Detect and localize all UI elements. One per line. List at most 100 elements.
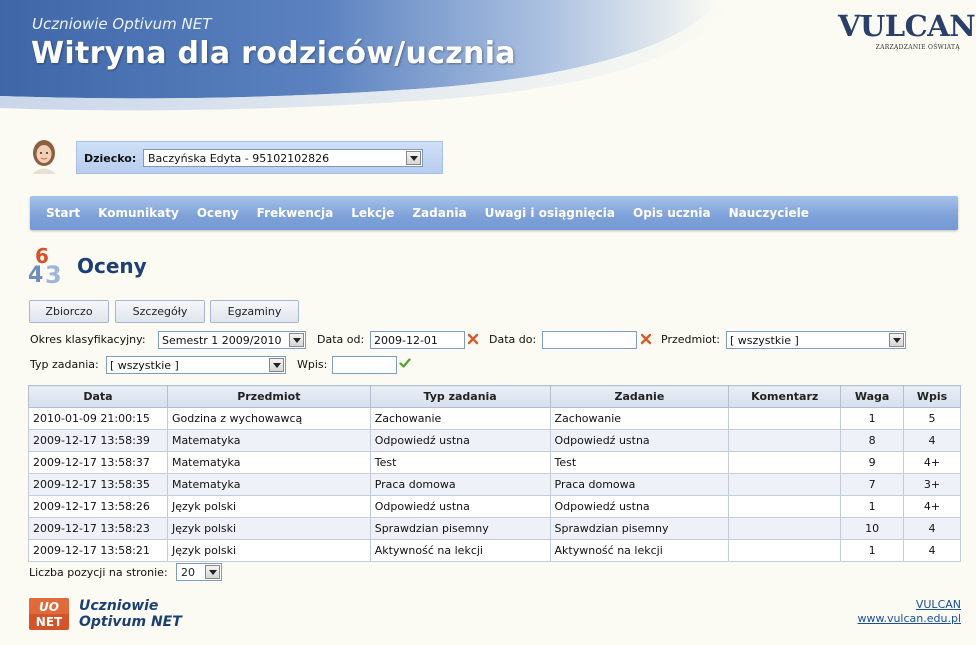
table-row[interactable]: 2009-12-17 13:58:21 Język polski Aktywno… — [28, 539, 961, 562]
cell-task: Praca domowa — [549, 473, 730, 496]
period-label: Okres klasyfikacyjny: — [30, 333, 146, 346]
period-select[interactable]: Semestr 1 2009/2010 — [158, 331, 306, 349]
cell-subject: Matematyka — [166, 451, 371, 474]
footer-link-vulcan[interactable]: VULCAN — [916, 598, 961, 611]
cell-weight: 10 — [840, 517, 905, 540]
col-header-przedmiot[interactable]: Przedmiot — [166, 385, 371, 408]
nav-start[interactable]: Start — [46, 206, 80, 220]
cell-grade: 3+ — [903, 473, 961, 496]
tab-szczegoly[interactable]: Szczegóły — [115, 300, 205, 323]
subject-select[interactable]: [ wszystkie ] — [726, 331, 906, 349]
clear-date-from-icon[interactable] — [467, 333, 479, 345]
cell-date: 2009-12-17 13:58:37 — [28, 451, 168, 474]
page-size-select[interactable]: 20 — [176, 563, 222, 581]
cell-date: 2009-12-17 13:58:23 — [28, 517, 168, 540]
student-avatar — [28, 138, 60, 174]
date-from-label: Data od: — [317, 333, 365, 346]
vulcan-logo-word: VULCAN — [838, 9, 976, 43]
uonet-logo: UO NET — [29, 598, 69, 630]
entry-input[interactable] — [332, 356, 397, 374]
table-row[interactable]: 2009-12-17 13:58:35 Matematyka Praca dom… — [28, 473, 961, 496]
col-header-typ-zadania[interactable]: Typ zadania — [369, 385, 551, 408]
cell-task: Zachowanie — [549, 407, 730, 430]
page-title: Oceny — [77, 254, 147, 278]
child-select[interactable]: Baczyńska Edyta - 95102102826 — [143, 149, 423, 167]
chevron-down-icon[interactable] — [406, 151, 421, 165]
table-row[interactable]: 2009-12-17 13:58:37 Matematyka Test Test… — [28, 451, 961, 474]
col-header-waga[interactable]: Waga — [840, 385, 905, 408]
cell-task: Aktywność na lekcji — [549, 539, 730, 562]
cell-comment — [728, 517, 842, 540]
cell-comment — [728, 495, 842, 518]
cell-comment — [728, 451, 842, 474]
cell-weight: 1 — [840, 539, 905, 562]
child-selector-panel: Dziecko: Baczyńska Edyta - 95102102826 — [76, 141, 443, 174]
task-type-select[interactable]: [ wszystkie ] — [106, 356, 286, 374]
cell-task: Odpowiedź ustna — [549, 429, 730, 452]
cell-task-type: Zachowanie — [369, 407, 551, 430]
app-subtitle: Uczniowie Optivum NET — [32, 15, 212, 33]
cell-subject: Język polski — [166, 495, 371, 518]
cell-task-type: Sprawdzian pisemny — [369, 517, 551, 540]
nav-opis-ucznia[interactable]: Opis ucznia — [633, 206, 711, 220]
vulcan-logo: VULCAN ZARZĄDZANIE OŚWIATĄ — [838, 9, 976, 54]
col-header-data[interactable]: Data — [28, 385, 168, 408]
cell-date: 2009-12-17 13:58:39 — [28, 429, 168, 452]
table-row[interactable]: 2009-12-17 13:58:26 Język polski Odpowie… — [28, 495, 961, 518]
cell-task-type: Odpowiedź ustna — [369, 429, 551, 452]
cell-date: 2010-01-09 21:00:15 — [28, 407, 168, 430]
chevron-down-icon[interactable] — [269, 358, 284, 372]
nav-lekcje[interactable]: Lekcje — [351, 206, 394, 220]
tab-egzaminy[interactable]: Egzaminy — [210, 300, 299, 323]
table-header-row: Data Przedmiot Typ zadania Zadanie Komen… — [28, 385, 961, 408]
task-type-select-value: [ wszystkie ] — [110, 359, 179, 372]
nav-nauczyciele[interactable]: Nauczyciele — [729, 206, 809, 220]
footer-brand: Uczniowie Optivum NET — [79, 598, 182, 630]
apply-check-icon[interactable] — [399, 357, 411, 369]
table-row[interactable]: 2009-12-17 13:58:23 Język polski Sprawdz… — [28, 517, 961, 540]
chevron-down-icon[interactable] — [205, 565, 220, 579]
cell-task-type: Aktywność na lekcji — [369, 539, 551, 562]
page-size-value: 20 — [181, 566, 195, 579]
nav-komunikaty[interactable]: Komunikaty — [98, 206, 179, 220]
cell-grade: 4 — [903, 539, 961, 562]
table-row[interactable]: 2010-01-09 21:00:15 Godzina z wychowawcą… — [28, 407, 961, 430]
cell-date: 2009-12-17 13:58:35 — [28, 473, 168, 496]
cell-task-type: Odpowiedź ustna — [369, 495, 551, 518]
app-title: Witryna dla rodziców/ucznia — [31, 36, 516, 71]
chevron-down-icon[interactable] — [889, 333, 904, 347]
footer-link-website[interactable]: www.vulcan.edu.pl — [857, 612, 961, 625]
cell-weight: 1 — [840, 407, 905, 430]
grades-table: Data Przedmiot Typ zadania Zadanie Komen… — [28, 385, 961, 562]
subject-select-value: [ wszystkie ] — [730, 334, 799, 347]
cell-comment — [728, 429, 842, 452]
nav-uwagi[interactable]: Uwagi i osiągnięcia — [485, 206, 615, 220]
date-to-input[interactable] — [542, 331, 637, 349]
nav-zadania[interactable]: Zadania — [412, 206, 466, 220]
period-select-value: Semestr 1 2009/2010 — [162, 334, 282, 347]
cell-subject: Język polski — [166, 539, 371, 562]
col-header-komentarz[interactable]: Komentarz — [728, 385, 842, 408]
nav-frekwencja[interactable]: Frekwencja — [257, 206, 334, 220]
task-type-label: Typ zadania: — [30, 358, 99, 371]
col-header-wpis[interactable]: Wpis — [903, 385, 961, 408]
clear-date-to-icon[interactable] — [640, 333, 652, 345]
cell-weight: 8 — [840, 429, 905, 452]
chevron-down-icon[interactable] — [289, 333, 304, 347]
tab-zbiorczo[interactable]: Zbiorczo — [29, 300, 109, 323]
date-from-input[interactable]: 2009-12-01 — [370, 331, 465, 349]
cell-task-type: Praca domowa — [369, 473, 551, 496]
main-nav: Start Komunikaty Oceny Frekwencja Lekcje… — [30, 196, 958, 230]
footer-brand-line1: Uczniowie — [79, 598, 159, 614]
col-header-zadanie[interactable]: Zadanie — [549, 385, 730, 408]
header-banner: Uczniowie Optivum NET Witryna dla rodzic… — [0, 0, 976, 120]
cell-comment — [728, 539, 842, 562]
cell-subject: Matematyka — [166, 473, 371, 496]
cell-comment — [728, 473, 842, 496]
nav-oceny[interactable]: Oceny — [197, 206, 239, 220]
table-row[interactable]: 2009-12-17 13:58:39 Matematyka Odpowiedź… — [28, 429, 961, 452]
cell-date: 2009-12-17 13:58:26 — [28, 495, 168, 518]
page-size-label: Liczba pozycji na stronie: — [29, 566, 168, 579]
cell-grade: 4+ — [903, 495, 961, 518]
grades-icon: 6 4 3 — [28, 245, 62, 285]
